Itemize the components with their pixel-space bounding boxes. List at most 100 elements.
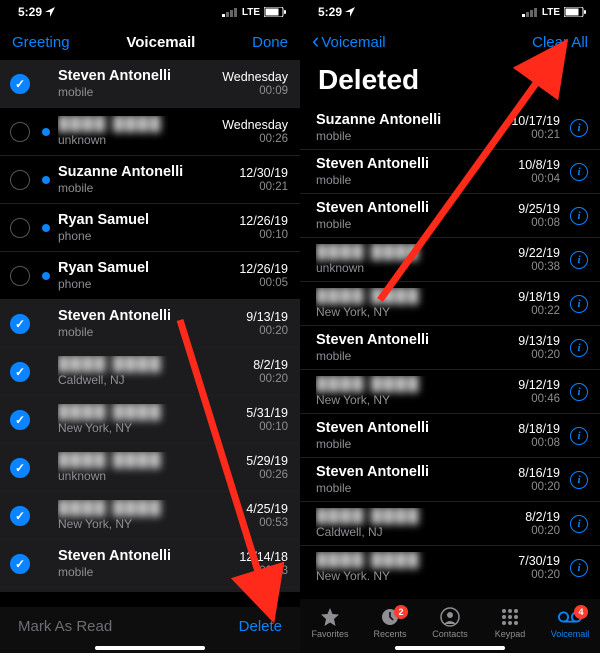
- row-date: 12/14/18: [239, 550, 288, 564]
- row-main: ████ ████unknown: [58, 452, 238, 483]
- tab-keypad[interactable]: Keypad: [482, 607, 538, 639]
- contact-icon: [440, 607, 460, 627]
- info-icon[interactable]: i: [570, 163, 588, 181]
- row-meta: 12/26/1900:10: [239, 214, 288, 241]
- info-icon[interactable]: i: [570, 383, 588, 401]
- tab-voicemail[interactable]: Voicemail 4: [542, 607, 598, 639]
- select-checkbox[interactable]: [10, 218, 30, 238]
- caller-sublabel: unknown: [316, 261, 510, 275]
- caller-sublabel: mobile: [316, 173, 510, 187]
- caller-name: ████ ████: [58, 500, 238, 516]
- row-duration: 00:21: [531, 129, 560, 141]
- deleted-voicemail-row[interactable]: ████ ████New York, NY9/18/1900:22i: [300, 282, 600, 326]
- caller-name: Steven Antonelli: [58, 548, 231, 564]
- voicemail-row[interactable]: Ryan Samuelphone 12/26/1900:10: [0, 204, 300, 252]
- location-icon: [345, 7, 355, 17]
- caller-sublabel: New York, NY: [316, 393, 510, 407]
- caller-sublabel: mobile: [58, 565, 231, 579]
- tab-recents[interactable]: Recents 2: [362, 607, 418, 639]
- clear-all-button[interactable]: Clear All: [532, 34, 588, 51]
- deleted-voicemail-row[interactable]: Steven Antonellimobile8/18/1900:08i: [300, 414, 600, 458]
- home-indicator[interactable]: [95, 646, 205, 650]
- select-checkbox[interactable]: [10, 410, 30, 430]
- back-button[interactable]: ‹ Voicemail: [312, 33, 386, 51]
- row-meta: 12/14/1800:13: [239, 550, 288, 577]
- row-main: ████ ████unknown: [316, 244, 510, 275]
- row-duration: 00:53: [259, 517, 288, 529]
- info-icon[interactable]: i: [570, 339, 588, 357]
- row-duration: 00:08: [531, 437, 560, 449]
- select-checkbox[interactable]: [10, 362, 30, 382]
- caller-name: ████ ████: [58, 452, 238, 468]
- voicemail-row[interactable]: Steven Antonellimobile9/13/1900:20: [0, 300, 300, 348]
- voicemail-row[interactable]: Suzanne Antonellimobile12/30/1900:21: [0, 156, 300, 204]
- select-checkbox[interactable]: [10, 554, 30, 574]
- row-main: ████ ████Caldwell, NJ: [316, 508, 517, 539]
- select-checkbox[interactable]: [10, 266, 30, 286]
- row-duration: 00:20: [259, 373, 288, 385]
- row-date: 8/16/19: [518, 466, 560, 480]
- row-meta: 9/25/1900:08: [518, 202, 560, 229]
- voicemail-row[interactable]: Alex Gonzalez10/19/18: [0, 588, 300, 592]
- deleted-voicemail-row[interactable]: Suzanne Antonellimobile10/17/1900:21i: [300, 106, 600, 150]
- select-checkbox[interactable]: [10, 314, 30, 334]
- voicemail-row[interactable]: ████ ████New York, NY5/31/1900:10: [0, 396, 300, 444]
- caller-sublabel: New York, NY: [58, 421, 238, 435]
- caller-name: ████ ████: [58, 356, 245, 372]
- tab-favorites[interactable]: Favorites: [302, 607, 358, 639]
- info-icon[interactable]: i: [570, 295, 588, 313]
- row-main: Ryan Samuelphone: [58, 212, 231, 243]
- select-checkbox[interactable]: [10, 170, 30, 190]
- row-duration: 00:20: [531, 569, 560, 580]
- deleted-voicemail-row[interactable]: ████ ████unknown9/22/1900:38i: [300, 238, 600, 282]
- info-icon[interactable]: i: [570, 427, 588, 445]
- voicemail-row[interactable]: ████ ████unknown5/29/1900:26: [0, 444, 300, 492]
- info-icon[interactable]: i: [570, 251, 588, 269]
- info-icon[interactable]: i: [570, 207, 588, 225]
- row-meta: 12/26/1900:05: [239, 262, 288, 289]
- greeting-button[interactable]: Greeting: [12, 34, 70, 51]
- row-main: Steven Antonellimobile: [316, 200, 510, 231]
- caller-sublabel: New York, NY: [58, 517, 238, 531]
- deleted-voicemail-row[interactable]: Steven Antonellimobile10/8/1900:04i: [300, 150, 600, 194]
- deleted-voicemail-row[interactable]: Steven Antonellimobile9/13/1900:20i: [300, 326, 600, 370]
- voicemail-row[interactable]: ████ ████Caldwell, NJ8/2/1900:20: [0, 348, 300, 396]
- row-main: Suzanne Antonellimobile: [316, 112, 503, 143]
- row-duration: 00:20: [531, 481, 560, 493]
- select-checkbox[interactable]: [10, 458, 30, 478]
- info-icon[interactable]: i: [570, 119, 588, 137]
- row-meta: 8/16/1900:20: [518, 466, 560, 493]
- voicemail-row[interactable]: ████ ████unknownWednesday00:26: [0, 108, 300, 156]
- select-checkbox[interactable]: [10, 74, 30, 94]
- deleted-voicemail-row[interactable]: ████ ████New York, NY9/12/1900:46i: [300, 370, 600, 414]
- tab-contacts[interactable]: Contacts: [422, 607, 478, 639]
- row-main: Steven Antonellimobile: [58, 548, 231, 579]
- caller-sublabel: mobile: [316, 217, 510, 231]
- done-button[interactable]: Done: [252, 34, 288, 51]
- deleted-voicemail-row[interactable]: ████ ████New York, NY7/30/1900:20i: [300, 546, 600, 580]
- caller-name: Suzanne Antonelli: [316, 112, 503, 128]
- row-date: 12/30/19: [239, 166, 288, 180]
- deleted-voicemail-row[interactable]: Steven Antonellimobile 9/25/1900:08 i: [300, 194, 600, 238]
- select-checkbox[interactable]: [10, 122, 30, 142]
- voicemail-row[interactable]: Ryan Samuelphone12/26/1900:05: [0, 252, 300, 300]
- row-date: 9/13/19: [518, 334, 560, 348]
- deleted-list[interactable]: Suzanne Antonellimobile10/17/1900:21iSte…: [300, 106, 600, 580]
- mark-as-read-button[interactable]: Mark As Read: [18, 618, 112, 635]
- info-icon[interactable]: i: [570, 559, 588, 577]
- deleted-voicemail-row[interactable]: ████ ████Caldwell, NJ8/2/1900:20i: [300, 502, 600, 546]
- voicemail-list[interactable]: Steven AntonellimobileWednesday00:09████…: [0, 60, 300, 592]
- delete-button[interactable]: Delete: [239, 618, 282, 635]
- signal-icon: [222, 7, 238, 17]
- select-checkbox[interactable]: [10, 506, 30, 526]
- network-label: LTE: [242, 7, 260, 18]
- voicemail-row[interactable]: Steven AntonellimobileWednesday00:09: [0, 60, 300, 108]
- voicemail-row[interactable]: ████ ████New York, NY4/25/1900:53: [0, 492, 300, 540]
- info-icon[interactable]: i: [570, 471, 588, 489]
- info-icon[interactable]: i: [570, 515, 588, 533]
- voicemail-row[interactable]: Steven Antonellimobile 12/14/1800:13: [0, 540, 300, 588]
- row-date: 8/2/19: [525, 510, 560, 524]
- home-indicator[interactable]: [395, 646, 505, 650]
- caller-sublabel: mobile: [58, 85, 214, 99]
- deleted-voicemail-row[interactable]: Steven Antonellimobile8/16/1900:20i: [300, 458, 600, 502]
